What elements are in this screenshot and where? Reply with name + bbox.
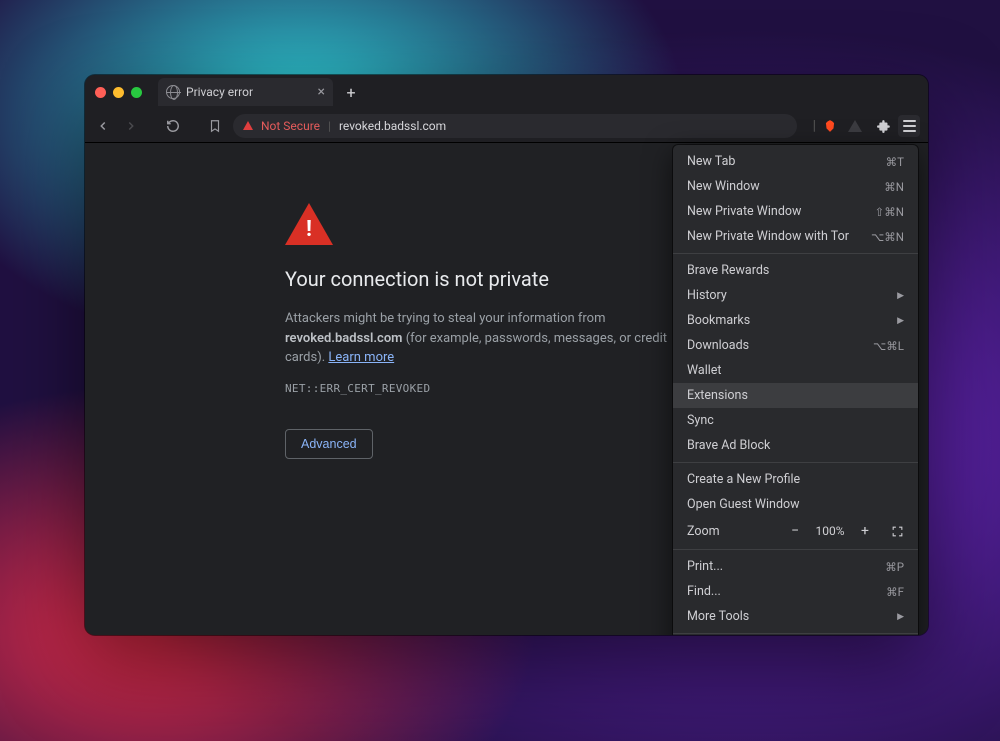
- address-bar[interactable]: Not Secure | revoked.badssl.com: [233, 114, 797, 138]
- menu-brave-rewards[interactable]: Brave Rewards: [673, 258, 918, 283]
- menu-history[interactable]: History▶: [673, 283, 918, 308]
- learn-more-link[interactable]: Learn more: [328, 350, 394, 365]
- zoom-value: 100%: [810, 524, 850, 538]
- menu-downloads[interactable]: Downloads⌥⌘L: [673, 333, 918, 358]
- extensions-button[interactable]: [874, 116, 894, 136]
- menu-new-private-window[interactable]: New Private Window⇧⌘N: [673, 199, 918, 224]
- menu-new-window[interactable]: New Window⌘N: [673, 174, 918, 199]
- zoom-window-button[interactable]: [131, 87, 142, 98]
- reload-button[interactable]: [163, 116, 183, 136]
- tab-strip: Privacy error × +: [85, 75, 928, 109]
- brave-icon[interactable]: [820, 116, 840, 136]
- tab-privacy-error[interactable]: Privacy error ×: [158, 78, 333, 106]
- zoom-in-button[interactable]: +: [854, 521, 876, 541]
- menu-bookmarks[interactable]: Bookmarks▶: [673, 308, 918, 333]
- tab-title: Privacy error: [186, 85, 253, 99]
- browser-window: Privacy error × + Not Secure | revoked.b…: [85, 75, 928, 635]
- bookmark-button[interactable]: [205, 116, 225, 136]
- menu-wallet[interactable]: Wallet: [673, 358, 918, 383]
- new-tab-button[interactable]: +: [339, 80, 363, 104]
- fullscreen-button[interactable]: [886, 521, 908, 541]
- close-window-button[interactable]: [95, 87, 106, 98]
- globe-icon: [166, 85, 180, 99]
- toolbar-right: |: [805, 115, 920, 137]
- forward-button[interactable]: [121, 116, 141, 136]
- zoom-out-button[interactable]: −: [784, 521, 806, 541]
- window-controls: [95, 87, 142, 98]
- tab-close-icon[interactable]: ×: [318, 85, 325, 99]
- separator: |: [328, 119, 331, 133]
- zoom-label: Zoom: [687, 524, 780, 539]
- menu-create-profile[interactable]: Create a New Profile: [673, 467, 918, 492]
- large-warning-icon: [285, 203, 333, 245]
- menu-guest-window[interactable]: Open Guest Window: [673, 492, 918, 517]
- error-body-prefix: Attackers might be trying to steal your …: [285, 311, 606, 326]
- menu-new-tor-window[interactable]: New Private Window with Tor⌥⌘N: [673, 224, 918, 249]
- menu-more-tools[interactable]: More Tools▶: [673, 604, 918, 629]
- minimize-window-button[interactable]: [113, 87, 124, 98]
- toolbar: Not Secure | revoked.badssl.com |: [85, 109, 928, 143]
- app-menu-button[interactable]: [898, 115, 920, 137]
- menu-find[interactable]: Find...⌘F: [673, 579, 918, 604]
- menu-zoom-row: Zoom − 100% +: [673, 517, 918, 545]
- app-menu: New Tab⌘T New Window⌘N New Private Windo…: [673, 145, 918, 635]
- not-secure-label: Not Secure: [261, 119, 320, 133]
- menu-print[interactable]: Print...⌘P: [673, 554, 918, 579]
- url-text: revoked.badssl.com: [339, 119, 446, 133]
- advanced-button[interactable]: Advanced: [285, 429, 373, 459]
- back-button[interactable]: [93, 116, 113, 136]
- warning-triangle-icon: [243, 121, 253, 130]
- menu-extensions[interactable]: Extensions: [673, 383, 918, 408]
- shields-icon[interactable]: [848, 120, 862, 132]
- menu-new-tab[interactable]: New Tab⌘T: [673, 149, 918, 174]
- error-host: revoked.badssl.com: [285, 331, 402, 346]
- menu-ad-block[interactable]: Brave Ad Block: [673, 433, 918, 458]
- menu-sync[interactable]: Sync: [673, 408, 918, 433]
- error-body: Attackers might be trying to steal your …: [285, 309, 705, 368]
